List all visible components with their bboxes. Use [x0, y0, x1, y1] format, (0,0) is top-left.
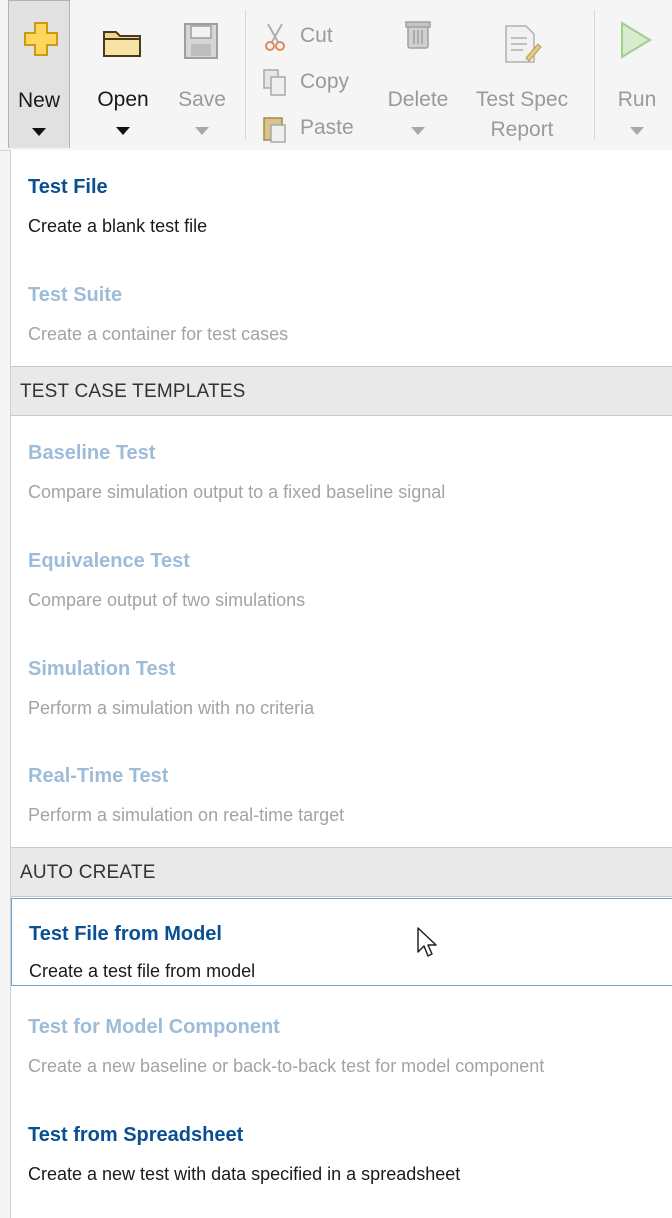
paste-button[interactable]: Paste: [262, 112, 372, 148]
delete-button[interactable]: Delete: [378, 0, 458, 150]
open-label: Open: [97, 88, 149, 111]
section-header-label: TEST CASE TEMPLATES: [20, 381, 246, 402]
paste-icon: [263, 117, 286, 143]
copy-label: Copy: [300, 70, 350, 93]
menu-item-description: Compare simulation output to a fixed bas…: [28, 482, 446, 502]
mouse-pointer-icon: [417, 927, 437, 957]
new-label: New: [17, 89, 60, 112]
menu-item-test-suite[interactable]: Test Suite Create a container for test c…: [11, 270, 672, 366]
new-plus-icon: [24, 22, 58, 56]
paste-label: Paste: [300, 116, 354, 139]
menu-item-title: Test Suite: [28, 284, 123, 306]
report-label-line1: Test Spec: [475, 88, 569, 111]
run-button[interactable]: Run: [606, 0, 668, 150]
menu-item-real-time-test[interactable]: Real-Time Test Perform a simulation on r…: [11, 751, 672, 847]
toolbar-separator: [594, 10, 595, 140]
test-spec-report-button[interactable]: Test Spec Report: [472, 0, 572, 150]
run-label: Run: [617, 88, 657, 111]
report-label-line2: Report: [490, 118, 554, 141]
menu-item-description: Create a test file from model: [29, 961, 256, 981]
section-header-label: AUTO CREATE: [20, 862, 156, 883]
menu-item-simulation-test[interactable]: Simulation Test Perform a simulation wit…: [11, 644, 672, 740]
menu-item-description: Create a new baseline or back-to-back te…: [28, 1056, 545, 1076]
open-dropdown-arrow[interactable]: [116, 127, 130, 135]
menu-item-test-file-from-model[interactable]: Test File from Model Create a test file …: [11, 898, 672, 986]
menu-item-title: Test File: [28, 176, 108, 198]
section-header-templates: TEST CASE TEMPLATES: [11, 366, 672, 416]
cut-button[interactable]: Cut: [262, 20, 372, 56]
run-play-icon: [621, 21, 652, 59]
menu-item-description: Compare output of two simulations: [28, 590, 306, 610]
menu-item-title: Test File from Model: [29, 923, 222, 945]
delete-dropdown-arrow[interactable]: [411, 127, 425, 135]
menu-item-description: Perform a simulation on real-time target: [28, 805, 345, 825]
menu-item-title: Equivalence Test: [28, 550, 190, 572]
menu-item-title: Real-Time Test: [28, 765, 169, 787]
menu-item-title: Baseline Test: [28, 442, 156, 464]
copy-button[interactable]: Copy: [262, 66, 372, 102]
menu-item-description: Create a container for test cases: [28, 324, 289, 344]
menu-item-title: Test for Model Component: [28, 1016, 280, 1038]
copy-icon: [263, 69, 286, 96]
new-button[interactable]: New: [8, 0, 70, 148]
menu-item-title: Test from Spreadsheet: [28, 1124, 244, 1146]
menu-item-test-from-spreadsheet[interactable]: Test from Spreadsheet Create a new test …: [11, 1108, 672, 1204]
trash-icon: [405, 21, 431, 49]
folder-icon: [103, 31, 141, 57]
menu-item-title: Simulation Test: [28, 658, 176, 680]
scissors-icon: [265, 23, 285, 51]
cut-label: Cut: [300, 24, 333, 47]
menu-item-description: Perform a simulation with no criteria: [28, 698, 315, 718]
menu-item-test-file[interactable]: Test File Create a blank test file: [11, 162, 672, 258]
menu-item-test-for-model-component[interactable]: Test for Model Component Create a new ba…: [11, 1000, 672, 1096]
save-disk-icon: [184, 23, 218, 59]
save-button[interactable]: Save: [168, 0, 236, 150]
section-header-auto-create: AUTO CREATE: [11, 847, 672, 897]
new-dropdown-menu: Test File Create a blank test file Test …: [10, 150, 672, 1218]
save-dropdown-arrow[interactable]: [195, 127, 209, 135]
open-button[interactable]: Open: [88, 0, 158, 150]
menu-item-baseline-test[interactable]: Baseline Test Compare simulation output …: [11, 428, 672, 524]
save-label: Save: [178, 88, 226, 111]
menu-item-equivalence-test[interactable]: Equivalence Test Compare output of two s…: [11, 536, 672, 632]
menu-item-description: Create a blank test file: [28, 216, 208, 236]
menu-item-description: Create a new test with data specified in…: [28, 1164, 461, 1184]
toolstrip: New Open Save Cut Copy Paste Delete Test…: [0, 0, 672, 151]
delete-label: Delete: [387, 88, 449, 111]
new-dropdown-arrow[interactable]: [32, 128, 46, 136]
toolbar-separator: [245, 10, 246, 140]
report-icon: [505, 25, 542, 63]
run-dropdown-arrow[interactable]: [630, 127, 644, 135]
